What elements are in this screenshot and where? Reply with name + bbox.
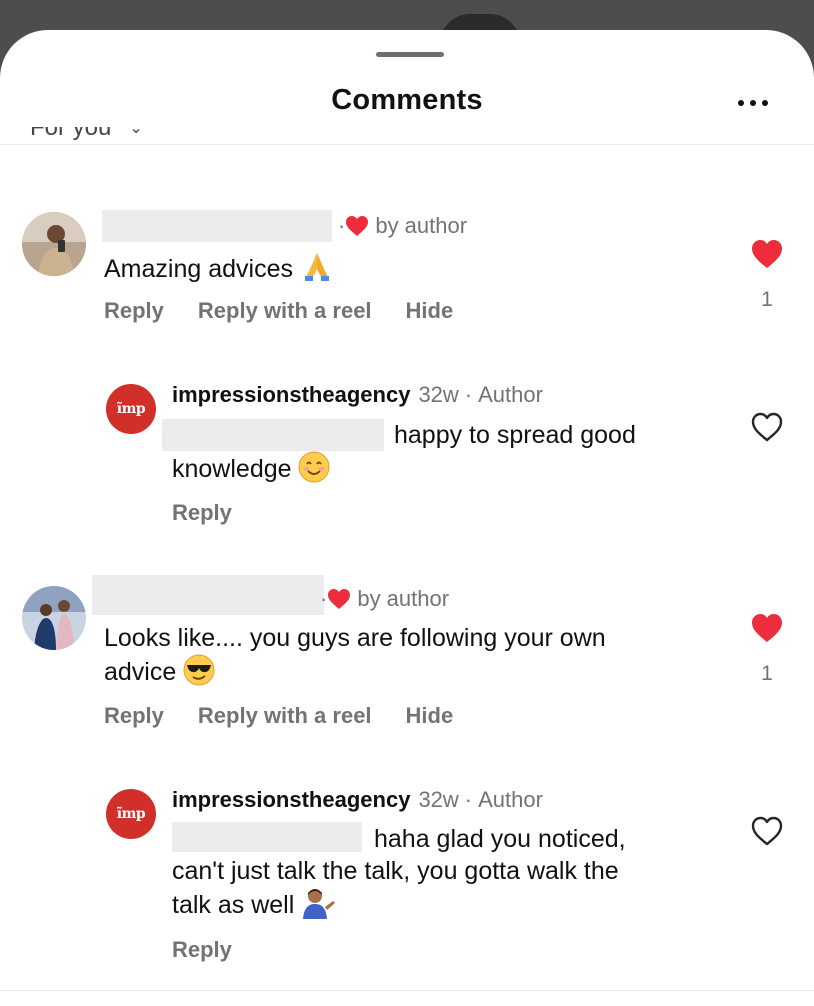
reply-with-reel-button[interactable]: Reply with a reel bbox=[198, 298, 372, 324]
header-divider bbox=[0, 144, 814, 145]
hide-button[interactable]: Hide bbox=[406, 298, 454, 324]
folded-hands-emoji bbox=[304, 253, 329, 281]
author-liked-heart-icon bbox=[328, 589, 351, 609]
hide-button[interactable]: Hide bbox=[406, 703, 454, 729]
reply-actions: Reply bbox=[172, 500, 232, 526]
author-badge: Author bbox=[478, 382, 543, 407]
comment-actions: Reply Reply with a reel Hide bbox=[104, 298, 453, 324]
reply-username[interactable]: impressionstheagency bbox=[172, 382, 410, 408]
page-title: Comments bbox=[331, 84, 483, 116]
reply-text-line1: happy to spread good bbox=[394, 421, 636, 449]
like-count: 1 bbox=[761, 662, 773, 685]
like-heart-outline-icon[interactable] bbox=[750, 411, 784, 443]
comment-meta: · by author bbox=[320, 586, 450, 611]
sort-label: For you bbox=[30, 127, 112, 141]
redacted-username bbox=[102, 210, 332, 242]
avatar[interactable] bbox=[22, 212, 86, 276]
redacted-mention bbox=[172, 822, 362, 852]
reply-button[interactable]: Reply bbox=[104, 298, 164, 324]
comment-actions: Reply Reply with a reel Hide bbox=[104, 703, 453, 729]
reply-meta: impressionstheagency 32w · Author bbox=[172, 787, 543, 813]
person-tipping-hand-emoji bbox=[303, 889, 336, 919]
comment-meta: · by author bbox=[338, 213, 468, 238]
reply-time: 32w bbox=[418, 787, 459, 812]
redacted-username bbox=[92, 575, 324, 615]
reply-actions: Reply bbox=[172, 937, 232, 963]
brand-avatar[interactable]: ĩmp bbox=[106, 789, 156, 839]
reply-with-reel-button[interactable]: Reply with a reel bbox=[198, 703, 372, 729]
more-options-icon[interactable] bbox=[738, 98, 778, 108]
reply-username[interactable]: impressionstheagency bbox=[172, 787, 410, 813]
like-count: 1 bbox=[761, 288, 773, 311]
like-heart-outline-icon[interactable] bbox=[750, 815, 784, 847]
sunglasses-face-emoji bbox=[183, 654, 215, 686]
sort-dropdown[interactable]: For you ⌄ bbox=[30, 127, 143, 151]
reply-text-line2: can't just talk the talk, you gotta walk… bbox=[172, 857, 619, 885]
comment-text-line2: advice bbox=[104, 654, 215, 688]
like-heart-icon[interactable] bbox=[750, 238, 784, 270]
reply-time: 32w bbox=[418, 382, 459, 407]
reply-button[interactable]: Reply bbox=[172, 500, 232, 526]
brand-avatar[interactable]: ĩmp bbox=[106, 384, 156, 434]
sheet-grabber[interactable] bbox=[376, 52, 444, 57]
reply-button[interactable]: Reply bbox=[104, 703, 164, 729]
by-author-label: by author bbox=[375, 213, 468, 238]
comment-text-line1: Looks like.... you guys are following yo… bbox=[104, 624, 606, 652]
author-liked-heart-icon bbox=[346, 216, 369, 236]
by-author-label: by author bbox=[357, 586, 450, 611]
like-heart-icon[interactable] bbox=[750, 612, 784, 644]
comments-sheet: Comments For you ⌄ · by author Amazing ad… bbox=[0, 30, 814, 1006]
reply-meta: impressionstheagency 32w · Author bbox=[172, 382, 543, 408]
avatar[interactable] bbox=[22, 586, 86, 650]
smiling-face-emoji bbox=[298, 451, 330, 483]
reply-button[interactable]: Reply bbox=[172, 937, 232, 963]
bottom-divider bbox=[0, 990, 814, 991]
reply-text-line3: talk as well bbox=[172, 887, 337, 921]
reply-text-line2: knowledge bbox=[172, 451, 330, 485]
comment-text: Amazing advices bbox=[104, 249, 334, 285]
author-badge: Author bbox=[478, 787, 543, 812]
chevron-down-icon: ⌄ bbox=[129, 127, 143, 137]
reply-text-line1: haha glad you noticed, bbox=[374, 825, 626, 853]
redacted-mention bbox=[162, 419, 384, 451]
